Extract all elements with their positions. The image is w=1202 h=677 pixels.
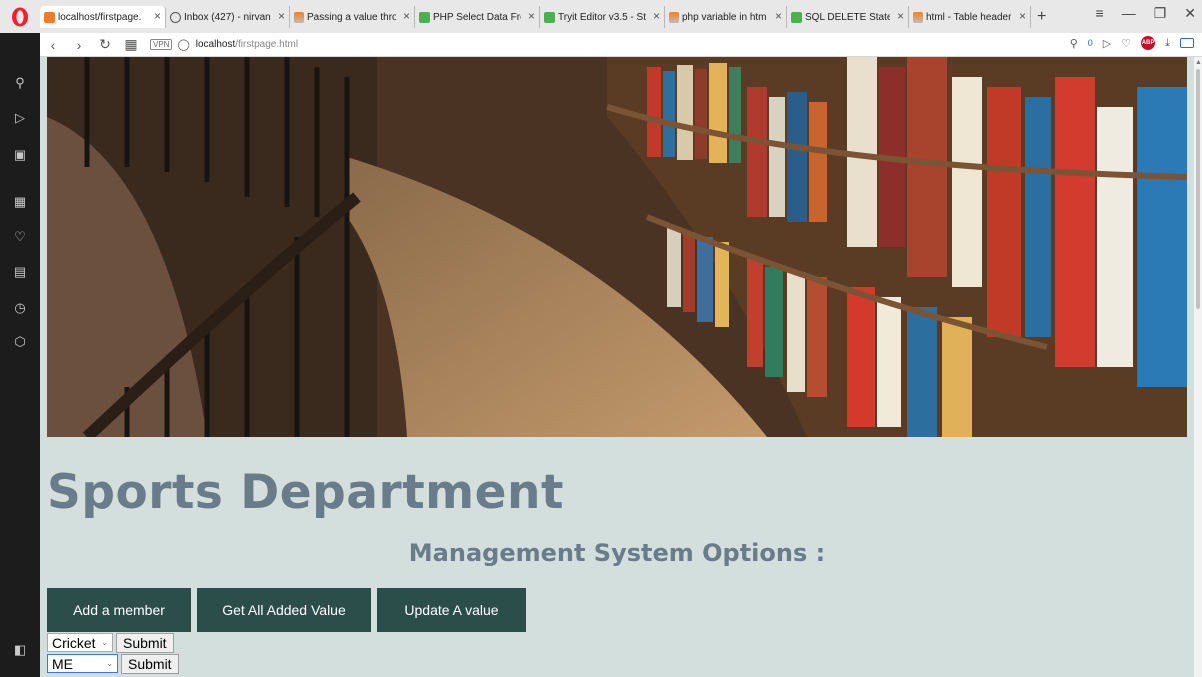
tab-passing-value[interactable]: Passing a value thro × [290, 6, 415, 28]
chevron-down-icon: ⌄ [101, 638, 108, 647]
reload-icon[interactable]: ↻ [92, 36, 118, 53]
sidebar-toggle-icon[interactable]: ◧ [12, 642, 28, 658]
search-icon[interactable]: ⚲ [12, 75, 28, 91]
extensions-icon[interactable]: ⬡ [12, 334, 28, 350]
tab-close-icon[interactable]: × [775, 9, 782, 23]
stackoverflow-icon [294, 11, 304, 23]
tab-firstpage[interactable]: localhost/firstpage. × [40, 6, 166, 28]
sport-select-value: Cricket [52, 634, 96, 651]
send-icon[interactable]: ▷ [1103, 37, 1111, 50]
close-window-icon[interactable]: ✕ [1184, 5, 1196, 22]
sport-select[interactable]: Cricket ⌄ [47, 633, 113, 652]
opera-sidebar: ⚲ ▷ ▣ ▦ ♡ ▤ ◷ ⬡ ◧ [0, 33, 40, 677]
tiles-icon[interactable]: ▦ [118, 36, 144, 53]
tab-label: Inbox (427) - nirvan [184, 11, 271, 23]
department-form: ME ⌄ Submit [47, 654, 179, 674]
minimize-icon[interactable]: — [1122, 5, 1136, 22]
opera-logo-icon[interactable] [0, 0, 40, 33]
tab-inbox[interactable]: Inbox (427) - nirvan × [166, 6, 290, 28]
add-member-button[interactable]: Add a member [47, 588, 191, 632]
news-icon[interactable]: ▤ [12, 264, 28, 280]
department-select-value: ME [52, 655, 73, 672]
chevron-down-icon: ⌄ [106, 659, 113, 668]
tab-table-header[interactable]: html - Table header × [909, 6, 1031, 28]
scrollbar-thumb[interactable] [1196, 69, 1200, 309]
page-title: Sports Department [47, 465, 564, 520]
tab-sql-delete[interactable]: SQL DELETE Statem × [787, 6, 909, 28]
stackoverflow-icon [913, 11, 923, 23]
url-path: /firstpage.html [235, 39, 299, 50]
url-host: localhost [195, 39, 236, 50]
options-menu: Add a member Get All Added Value Update … [47, 588, 526, 632]
w3schools-icon [791, 11, 802, 23]
heart-icon[interactable]: ♡ [12, 229, 28, 245]
tab-label: localhost/firstpage. [58, 11, 142, 23]
tab-menu-icon[interactable]: ≡ [1096, 5, 1104, 22]
page-favicon-icon [44, 11, 55, 23]
department-submit-button[interactable]: Submit [121, 654, 179, 674]
tab-label: SQL DELETE Statem [805, 11, 890, 23]
sport-form: Cricket ⌄ Submit [47, 633, 174, 653]
library-hero-image [47, 57, 1187, 437]
tab-close-icon[interactable]: × [528, 9, 535, 23]
heart-icon[interactable]: ♡ [1121, 37, 1131, 50]
page-subtitle: Management System Options : [408, 539, 826, 567]
blocker-count: 0 [1087, 38, 1093, 48]
scroll-up-icon[interactable]: ▲ [1195, 59, 1202, 66]
address-bar-actions: ⚲ 0 ▷ ♡ ABP ⤓ [1070, 36, 1194, 50]
tab-php-variable[interactable]: php variable in htm × [665, 6, 787, 28]
window-controls: ≡ — ❐ ✕ [1096, 5, 1196, 22]
forward-icon[interactable]: › [66, 37, 92, 53]
tab-strip: localhost/firstpage. × Inbox (427) - nir… [0, 0, 1202, 33]
search-icon[interactable]: ⚲ [1070, 37, 1078, 50]
vpn-badge[interactable]: VPN [150, 39, 173, 50]
speed-dial-icon[interactable]: ▦ [12, 194, 28, 210]
page-scrollbar[interactable]: ▲ [1194, 57, 1202, 677]
history-icon[interactable]: ◷ [12, 300, 28, 316]
w3schools-icon [419, 11, 430, 23]
page-viewport: Sports Department Management System Opti… [40, 57, 1194, 677]
tab-label: Tryit Editor v3.5 - St [558, 11, 646, 23]
department-select[interactable]: ME ⌄ [47, 654, 118, 673]
tab-close-icon[interactable]: × [897, 9, 904, 23]
tab-label: PHP Select Data Fro [433, 11, 521, 23]
tab-label: html - Table header [926, 11, 1012, 23]
get-all-values-button[interactable]: Get All Added Value [197, 588, 371, 632]
update-value-button[interactable]: Update A value [377, 588, 526, 632]
globe-icon: ◯ [177, 39, 190, 51]
back-icon[interactable]: ‹ [40, 37, 66, 53]
stackoverflow-icon [669, 11, 679, 23]
tab-close-icon[interactable]: × [154, 9, 161, 23]
sport-submit-button[interactable]: Submit [116, 633, 174, 653]
w3schools-icon [544, 11, 555, 23]
restore-icon[interactable]: ❐ [1154, 5, 1167, 22]
loading-icon [170, 11, 181, 23]
adblock-icon[interactable]: ABP [1141, 36, 1156, 50]
address-bar: ‹ › ↻ ▦ VPN ◯ localhost/firstpage.html ⚲… [40, 33, 1202, 57]
tab-close-icon[interactable]: × [278, 9, 285, 23]
camera-icon[interactable]: ▣ [12, 147, 28, 163]
tab-close-icon[interactable]: × [1019, 9, 1026, 23]
tab-list: localhost/firstpage. × Inbox (427) - nir… [40, 6, 1102, 28]
tab-label: php variable in htm [682, 11, 767, 23]
tab-close-icon[interactable]: × [653, 9, 660, 23]
tab-close-icon[interactable]: × [403, 9, 410, 23]
new-tab-button[interactable]: + [1031, 6, 1052, 28]
tab-label: Passing a value thro [307, 11, 396, 23]
tab-php-select[interactable]: PHP Select Data Fro × [415, 6, 540, 28]
tab-tryit-editor[interactable]: Tryit Editor v3.5 - St × [540, 6, 665, 28]
battery-icon[interactable] [1180, 38, 1194, 48]
url-field[interactable]: localhost/firstpage.html [196, 39, 298, 50]
send-icon[interactable]: ▷ [12, 110, 28, 126]
download-icon[interactable]: ⤓ [1165, 37, 1170, 50]
